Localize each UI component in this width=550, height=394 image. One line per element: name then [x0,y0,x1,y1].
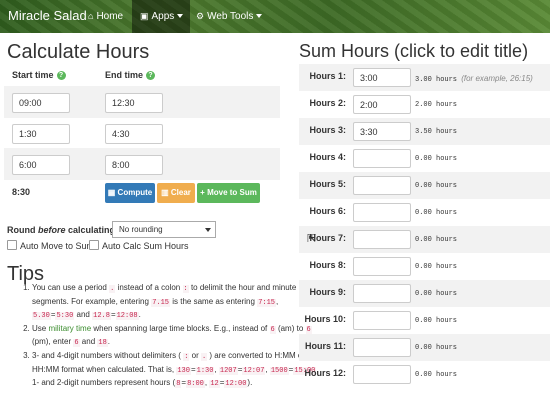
hours-input[interactable] [353,203,411,222]
checkbox-icon[interactable] [7,240,17,250]
help-icon[interactable]: ? [56,71,66,80]
hours-label: Hours 4: [309,152,346,162]
example-hint: (for example, 26:15) [461,74,533,83]
end-time-label: End time? [105,70,156,80]
tips-list: You can use a period . instead of a colo… [4,282,322,391]
hours-label: Hours 9: [309,287,346,297]
result-total: 8:30 [12,187,31,197]
hours-input[interactable] [353,284,411,303]
hours-input[interactable] [353,122,411,141]
list-item: Use military time when spanning large ti… [32,323,322,350]
hours-decimal: 3.50 hours [415,128,458,136]
nav-home[interactable]: ⌂ Home [88,0,132,33]
hours-decimal: 0.00 hours [415,182,458,190]
hours-label: Hours 1: [309,71,346,81]
end-time-input-2[interactable] [105,124,163,144]
hours-label: Hours 5: [309,179,346,189]
sum-hours-title[interactable]: Sum Hours (click to edit title) [299,41,528,62]
round-label: Round before calculating: [7,225,119,235]
home-icon: ⌂ [88,11,94,21]
nav-apps-label: Apps [151,11,175,22]
hours-decimal: 0.00 hours [415,236,458,244]
auto-move-checkbox[interactable]: Auto Move to Sum [7,240,94,251]
hours-decimal: 0.00 hours [415,209,458,217]
hours-decimal: 2.00 hours [415,101,458,109]
end-time-input-3[interactable] [105,155,163,175]
start-time-input-1[interactable] [12,93,70,113]
nav-home-label: Home [96,11,124,22]
hours-decimal: 0.00 hours [415,371,458,379]
hours-decimal: 0.00 hours [415,344,458,352]
hours-label: Hours 8: [309,260,346,270]
start-time-input-3[interactable] [12,155,70,175]
hours-decimal: 0.00 hours [415,263,458,271]
briefcase-icon: ▣ [140,11,149,21]
chevron-down-icon [177,14,184,19]
hours-input[interactable] [353,230,411,249]
trash-icon: ▥ [161,188,171,197]
hours-input[interactable] [353,365,411,384]
start-time-label: Start time? [12,70,66,80]
nav-web-tools-label: Web Tools [207,11,254,22]
brand-link[interactable]: Miracle Salad [8,8,87,23]
compute-button[interactable]: ▦ Compute [105,183,155,203]
mouse-cursor-icon: ⇱ [307,233,317,245]
hours-label: Hours 12: [304,368,346,378]
clear-button[interactable]: ▥ Clear [157,183,195,203]
list-item: 3- and 4-digit numbers without delimiter… [32,350,322,391]
hours-input[interactable] [353,95,411,114]
hours-decimal: 0.00 hours [415,290,458,298]
calculate-hours-title: Calculate Hours [7,41,150,63]
list-item: You can use a period . instead of a colo… [32,282,322,323]
military-time-link[interactable]: military time [48,324,91,333]
move-to-sum-button[interactable]: + Move to Sum [197,183,260,203]
hours-label: Hours 3: [309,125,346,135]
hours-label: Hours 6: [309,206,346,216]
hours-decimal: 0.00 hours [415,155,458,163]
hours-label: Hours 11: [304,341,346,351]
hours-input[interactable] [353,176,411,195]
gears-icon: ⚙ [196,11,205,21]
calculator-icon: ▦ [107,188,118,197]
hours-label: Hours 2: [309,98,346,108]
hours-input[interactable] [353,338,411,357]
hours-input[interactable] [353,68,411,87]
hours-input[interactable] [353,149,411,168]
end-time-input-1[interactable] [105,93,163,113]
rounding-select[interactable]: No rounding [112,221,216,238]
auto-calc-checkbox[interactable]: Auto Calc Sum Hours [89,240,189,251]
hours-label: Hours 10: [304,314,346,324]
hours-decimal: 3.00 hours (for example, 26:15) [415,74,533,84]
nav-web-tools[interactable]: ⚙ Web Tools [196,0,266,33]
hours-input[interactable] [353,311,411,330]
checkbox-icon[interactable] [89,240,99,250]
nav-apps[interactable]: ▣ Apps [132,0,190,33]
hours-decimal: 0.00 hours [415,317,458,325]
help-icon[interactable]: ? [146,71,156,80]
hours-input[interactable] [353,257,411,276]
start-time-input-2[interactable] [12,124,70,144]
chevron-down-icon [205,228,211,232]
chevron-down-icon [256,14,263,19]
